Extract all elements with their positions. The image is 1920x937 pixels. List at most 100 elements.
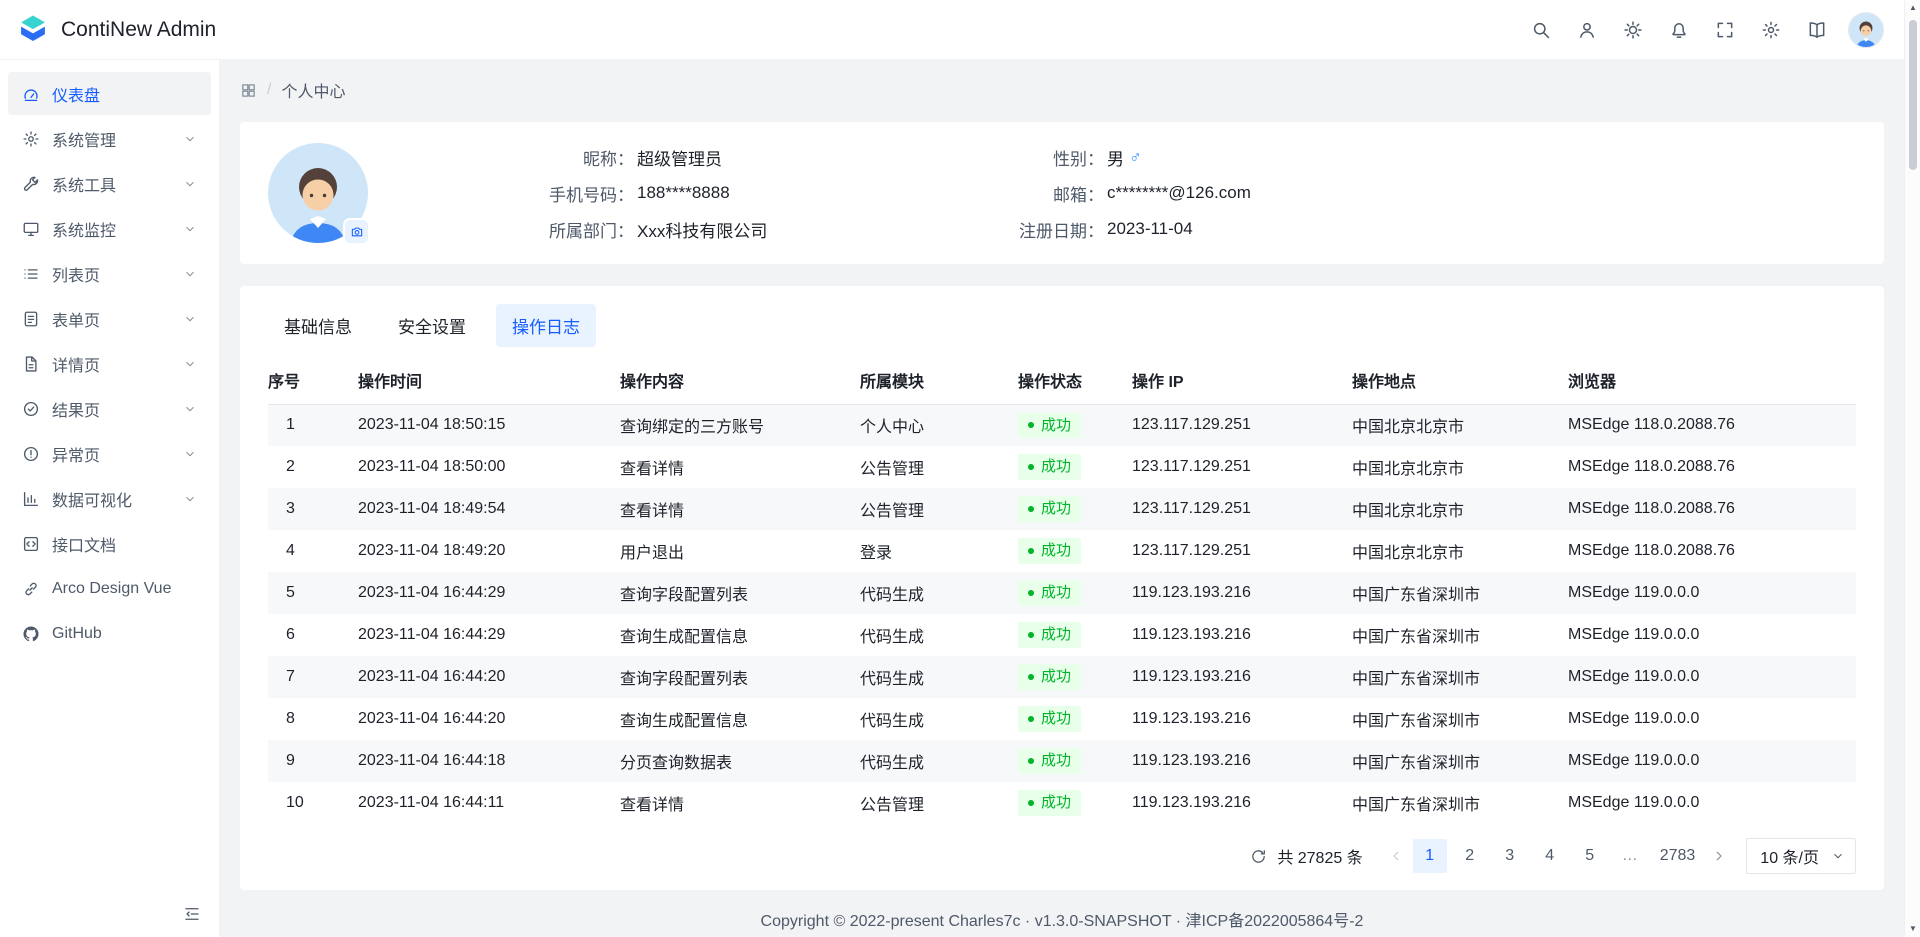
cell-ip: 123.117.129.251 (1132, 488, 1352, 530)
tab-basic-info[interactable]: 基础信息 (268, 304, 368, 347)
cell-ip: 119.123.193.216 (1132, 740, 1352, 782)
page-button[interactable]: 5 (1573, 839, 1607, 873)
sidebar-item-label: 接口文档 (52, 532, 197, 556)
cell-content: 查询字段配置列表 (620, 572, 860, 614)
page-button[interactable]: 3 (1493, 839, 1527, 873)
sidebar-item-form-page[interactable]: 表单页 (8, 297, 211, 340)
page-size-value: 10 条/页 (1760, 844, 1819, 868)
cell-module: 公告管理 (860, 446, 1018, 488)
refresh-button[interactable] (1243, 841, 1273, 871)
scroll-up-arrow-icon[interactable]: ▲ (1905, 4, 1920, 12)
sidebar-item-arco-design-vue[interactable]: Arco Design Vue (8, 567, 211, 610)
sidebar-item-list-page[interactable]: 列表页 (8, 252, 211, 295)
cell-status: 成功 (1018, 740, 1132, 782)
settings-button[interactable] (1752, 11, 1790, 49)
cell-content: 查询生成配置信息 (620, 614, 860, 656)
field-value: 2023-11-04 (1107, 219, 1193, 239)
monitor-icon (22, 220, 40, 238)
brand[interactable]: ContiNew Admin (16, 13, 216, 47)
cell-content: 查看详情 (620, 488, 860, 530)
status-badge: 成功 (1018, 454, 1081, 480)
cell-status: 成功 (1018, 404, 1132, 446)
tab-operation-log[interactable]: 操作日志 (496, 304, 596, 347)
cell-no: 5 (268, 572, 358, 614)
sidebar-menu: 仪表盘 系统管理 系统工具 (0, 72, 219, 655)
sidebar-item-system-management[interactable]: 系统管理 (8, 117, 211, 160)
scrollbar-thumb[interactable] (1909, 20, 1917, 170)
profile-field: 所属部门： Xxx科技有限公司 (518, 217, 958, 242)
profile-field: 性别： 男 ♂ (988, 145, 1251, 170)
field-value: 超级管理员 (637, 145, 722, 170)
column-header: 序号 (268, 357, 358, 404)
status-dot-icon (1028, 800, 1034, 806)
cell-time: 2023-11-04 18:50:15 (358, 404, 620, 446)
cell-no: 1 (268, 404, 358, 446)
sidebar-item-dashboard[interactable]: 仪表盘 (8, 72, 211, 115)
cell-browser: MSEdge 118.0.2088.76 (1568, 404, 1856, 446)
field-label: 手机号码： (518, 181, 634, 206)
status-dot-icon (1028, 464, 1034, 470)
cell-content: 分页查询数据表 (620, 740, 860, 782)
profile-avatar[interactable] (268, 143, 368, 243)
cell-module: 代码生成 (860, 698, 1018, 740)
sidebar-item-result-page[interactable]: 结果页 (8, 387, 211, 430)
page-button[interactable]: 2783 (1653, 839, 1703, 873)
user-switch-button[interactable] (1568, 11, 1606, 49)
collapse-sidebar-button[interactable] (179, 901, 205, 927)
sidebar-item-github[interactable]: GitHub (8, 612, 211, 655)
refresh-icon (1250, 848, 1267, 865)
fullscreen-button[interactable] (1706, 11, 1744, 49)
notifications-button[interactable] (1660, 11, 1698, 49)
scroll-down-arrow-icon[interactable]: ▼ (1905, 925, 1920, 933)
cell-status: 成功 (1018, 572, 1132, 614)
page-button[interactable]: 1 (1413, 839, 1447, 873)
page-button[interactable]: 2 (1453, 839, 1487, 873)
search-button[interactable] (1522, 11, 1560, 49)
cell-browser: MSEdge 119.0.0.0 (1568, 656, 1856, 698)
sidebar-item-api-docs[interactable]: 接口文档 (8, 522, 211, 565)
tab-security[interactable]: 安全设置 (382, 304, 482, 347)
cell-content: 查询字段配置列表 (620, 656, 860, 698)
cell-browser: MSEdge 119.0.0.0 (1568, 698, 1856, 740)
sidebar-item-system-tools[interactable]: 系统工具 (8, 162, 211, 205)
sidebar-item-data-visualization[interactable]: 数据可视化 (8, 477, 211, 520)
status-badge: 成功 (1018, 413, 1081, 439)
male-icon: ♂ (1129, 149, 1142, 166)
theme-button[interactable] (1614, 11, 1652, 49)
profile-card: 昵称： 超级管理员 手机号码： 188****8888 所属部门： Xxx科技有… (240, 122, 1884, 264)
sidebar-item-exception-page[interactable]: 异常页 (8, 432, 211, 475)
page-button[interactable]: … (1613, 839, 1647, 873)
apps-grid-icon[interactable] (240, 82, 257, 99)
status-badge: 成功 (1018, 538, 1081, 564)
cell-status: 成功 (1018, 614, 1132, 656)
docs-button[interactable] (1798, 11, 1836, 49)
status-badge: 成功 (1018, 790, 1081, 816)
sidebar-item-label: GitHub (52, 625, 197, 643)
cell-location: 中国广东省深圳市 (1352, 698, 1568, 740)
change-avatar-button[interactable] (343, 218, 370, 245)
page-button[interactable]: 4 (1533, 839, 1567, 873)
tab-label: 安全设置 (398, 318, 466, 337)
prev-page-button[interactable] (1379, 839, 1413, 873)
cell-no: 10 (268, 782, 358, 824)
tab-label: 操作日志 (512, 318, 580, 337)
sun-icon (1623, 20, 1643, 40)
avatar-image (1849, 13, 1883, 47)
collapse-sidebar-icon (183, 905, 201, 923)
user-avatar[interactable] (1848, 12, 1884, 48)
page-size-select[interactable]: 10 条/页 (1746, 838, 1856, 874)
sidebar-item-label: 系统管理 (52, 127, 171, 151)
profile-field: 手机号码： 188****8888 (518, 181, 958, 206)
cell-status: 成功 (1018, 446, 1132, 488)
sidebar-item-label: 结果页 (52, 397, 171, 421)
sidebar-item-detail-page[interactable]: 详情页 (8, 342, 211, 385)
sidebar-item-system-monitor[interactable]: 系统监控 (8, 207, 211, 250)
window-scrollbar[interactable]: ▲ ▼ (1904, 0, 1920, 937)
table-header-row: 序号 操作时间 操作内容 所属模块 操作状态 操作 IP (268, 357, 1856, 404)
docs-icon (1807, 20, 1827, 40)
cell-module: 个人中心 (860, 404, 1018, 446)
check-circle-icon (22, 400, 40, 418)
cell-module: 代码生成 (860, 740, 1018, 782)
next-page-button[interactable] (1702, 839, 1736, 873)
github-icon (22, 625, 40, 643)
